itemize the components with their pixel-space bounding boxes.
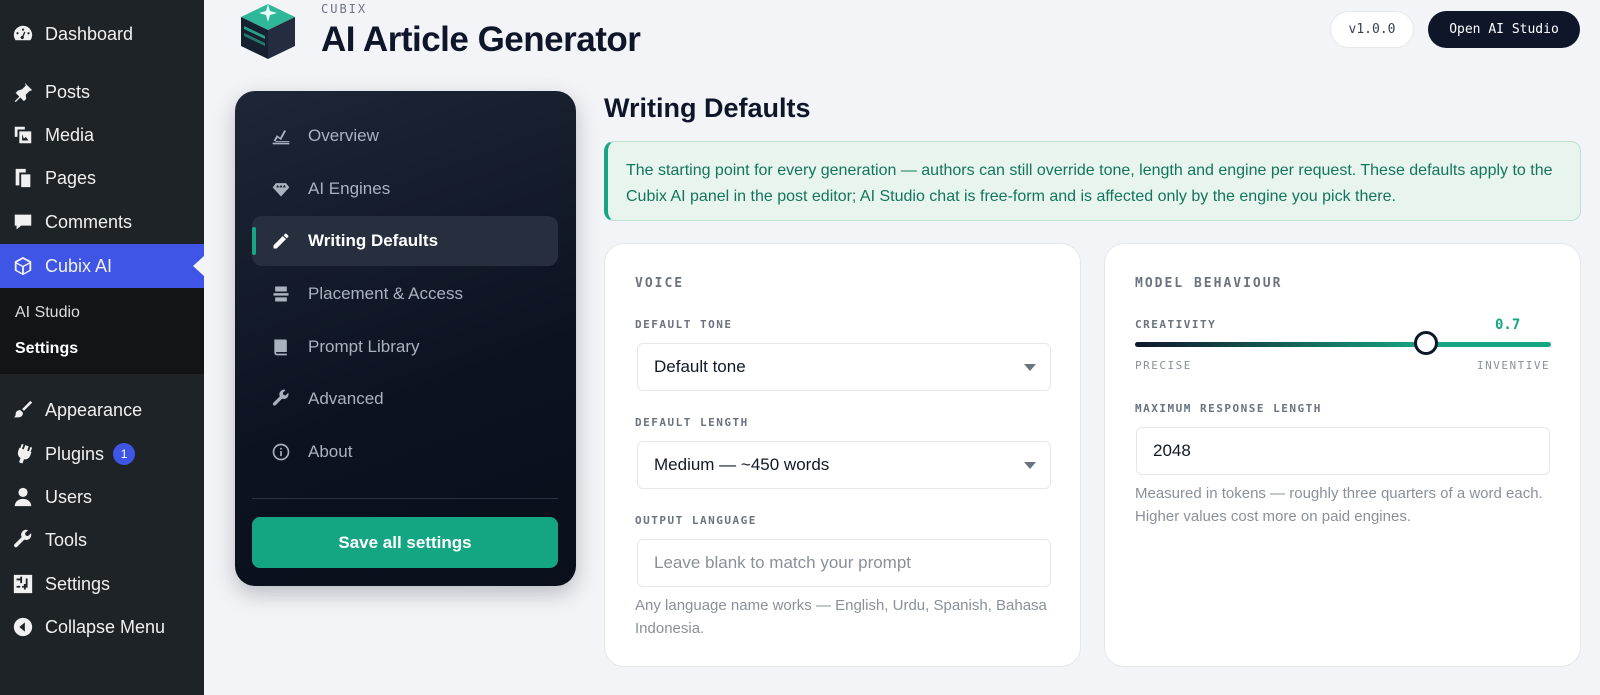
nav-item-advanced[interactable]: Advanced — [252, 374, 558, 424]
pin-icon — [11, 80, 35, 104]
info-notice: The starting point for every generation … — [604, 141, 1581, 221]
output-language-help: Any language name works — English, Urdu,… — [635, 597, 1047, 637]
wp-menu-media[interactable]: Media — [0, 115, 204, 155]
nav-item-label: AI Engines — [308, 179, 391, 198]
wp-menu-cubix-ai[interactable]: Cubix AI — [0, 244, 204, 288]
wp-menu-appearance[interactable]: Appearance — [0, 390, 204, 430]
wp-menu-label: Cubix AI — [45, 255, 113, 276]
layers-icon — [268, 281, 294, 307]
voice-heading: VOICE — [635, 276, 685, 291]
nav-item-label: Advanced — [308, 389, 384, 408]
nav-item-label: Prompt Library — [308, 337, 420, 356]
creativity-min-label: PRECISE — [1135, 359, 1192, 372]
wp-menu-label: Media — [45, 124, 95, 145]
wp-menu-label: Tools — [45, 529, 88, 550]
wp-menu-label: Comments — [45, 211, 133, 232]
wrench-icon — [11, 528, 35, 552]
cube-icon — [11, 254, 35, 278]
wp-menu-label: Pages — [45, 167, 97, 188]
creativity-slider-track[interactable] — [1135, 342, 1551, 347]
wp-menu-users[interactable]: Users — [0, 477, 204, 517]
model-behaviour-heading: MODEL BEHAVIOUR — [1135, 276, 1283, 291]
output-language-input[interactable] — [637, 539, 1051, 587]
wrench-icon — [268, 386, 294, 412]
open-ai-studio-button[interactable]: Open AI Studio — [1428, 11, 1580, 48]
creativity-slider-handle[interactable] — [1414, 331, 1439, 355]
default-tone-select[interactable]: Default tone — [637, 343, 1051, 391]
chevron-down-icon — [1024, 462, 1036, 469]
wp-menu-label: Settings — [45, 573, 111, 594]
pages-icon — [11, 166, 35, 190]
plug-icon — [11, 442, 35, 466]
nav-item-writing-defaults[interactable]: Writing Defaults — [252, 216, 558, 266]
nav-item-label: About — [308, 442, 353, 461]
wp-submenu-settings[interactable]: Settings — [15, 340, 78, 358]
plugins-update-badge: 1 — [113, 443, 136, 465]
media-icon — [11, 123, 35, 147]
wp-menu-label: Users — [45, 486, 93, 507]
nav-item-about[interactable]: About — [252, 427, 558, 477]
max-response-length-help: Measured in tokens — roughly three quart… — [1135, 485, 1543, 525]
wp-menu-comments[interactable]: Comments — [0, 202, 204, 242]
creativity-label: CREATIVITY — [1135, 318, 1217, 331]
sliders-icon — [11, 572, 35, 596]
settings-nav-panel: Overview AI Engines Writing Defaults Pla… — [235, 91, 576, 586]
brush-icon — [11, 398, 35, 422]
default-tone-label: DEFAULT TONE — [635, 318, 733, 331]
default-length-label: DEFAULT LENGTH — [635, 416, 749, 429]
nav-item-overview[interactable]: Overview — [252, 111, 558, 161]
pencil-icon — [268, 228, 294, 254]
max-response-length-input[interactable] — [1136, 427, 1550, 475]
default-tone-value: Default tone — [654, 357, 746, 376]
nav-item-ai-engines[interactable]: AI Engines — [252, 164, 558, 214]
wp-menu-dashboard[interactable]: Dashboard — [0, 14, 204, 54]
diamond-icon — [268, 176, 294, 202]
comment-icon — [11, 210, 35, 234]
user-icon — [11, 485, 35, 509]
info-icon — [268, 439, 294, 465]
wp-menu-label: Dashboard — [45, 23, 134, 44]
wp-menu-label: Plugins — [45, 443, 105, 464]
max-response-length-label: MAXIMUM RESPONSE LENGTH — [1135, 402, 1322, 415]
wp-menu-collapse[interactable]: Collapse Menu — [0, 607, 204, 647]
creativity-max-label: INVENTIVE — [1477, 359, 1551, 372]
wp-menu-plugins[interactable]: Plugins 1 — [0, 434, 204, 474]
default-length-value: Medium — ~450 words — [654, 455, 830, 474]
book-icon — [268, 334, 294, 360]
wp-menu-pages[interactable]: Pages — [0, 158, 204, 198]
wp-submenu-ai-studio[interactable]: AI Studio — [15, 304, 80, 322]
nav-item-label: Overview — [308, 126, 379, 145]
nav-divider — [252, 498, 558, 499]
nav-item-label: Writing Defaults — [308, 231, 439, 250]
wp-menu-posts[interactable]: Posts — [0, 72, 204, 112]
nav-item-label: Placement & Access — [308, 284, 463, 303]
dashboard-icon — [11, 22, 35, 46]
wp-menu-label: Posts — [45, 81, 91, 102]
nav-item-placement-access[interactable]: Placement & Access — [252, 269, 558, 319]
output-language-label: OUTPUT LANGUAGE — [635, 514, 757, 527]
cubix-logo — [237, 0, 299, 60]
collapse-icon — [11, 615, 35, 639]
save-all-settings-button[interactable]: Save all settings — [252, 517, 558, 568]
chevron-down-icon — [1024, 364, 1036, 371]
nav-item-prompt-library[interactable]: Prompt Library — [252, 322, 558, 372]
wp-admin-sidebar: Dashboard Posts Media Pages Comments Cub… — [0, 0, 204, 695]
version-badge: v1.0.0 — [1330, 11, 1414, 48]
wp-menu-tools[interactable]: Tools — [0, 520, 204, 560]
wp-menu-label: Collapse Menu — [45, 616, 166, 637]
creativity-value: 0.7 — [1495, 317, 1521, 333]
chart-icon — [268, 123, 294, 149]
wp-menu-label: Appearance — [45, 399, 143, 420]
default-length-select[interactable]: Medium — ~450 words — [637, 441, 1051, 489]
page-title: AI Article Generator — [321, 20, 641, 59]
wp-submenu: AI Studio Settings — [0, 288, 204, 374]
brand-name: CUBIX — [321, 2, 368, 16]
wp-menu-settings[interactable]: Settings — [0, 564, 204, 604]
section-title: Writing Defaults — [604, 93, 811, 123]
